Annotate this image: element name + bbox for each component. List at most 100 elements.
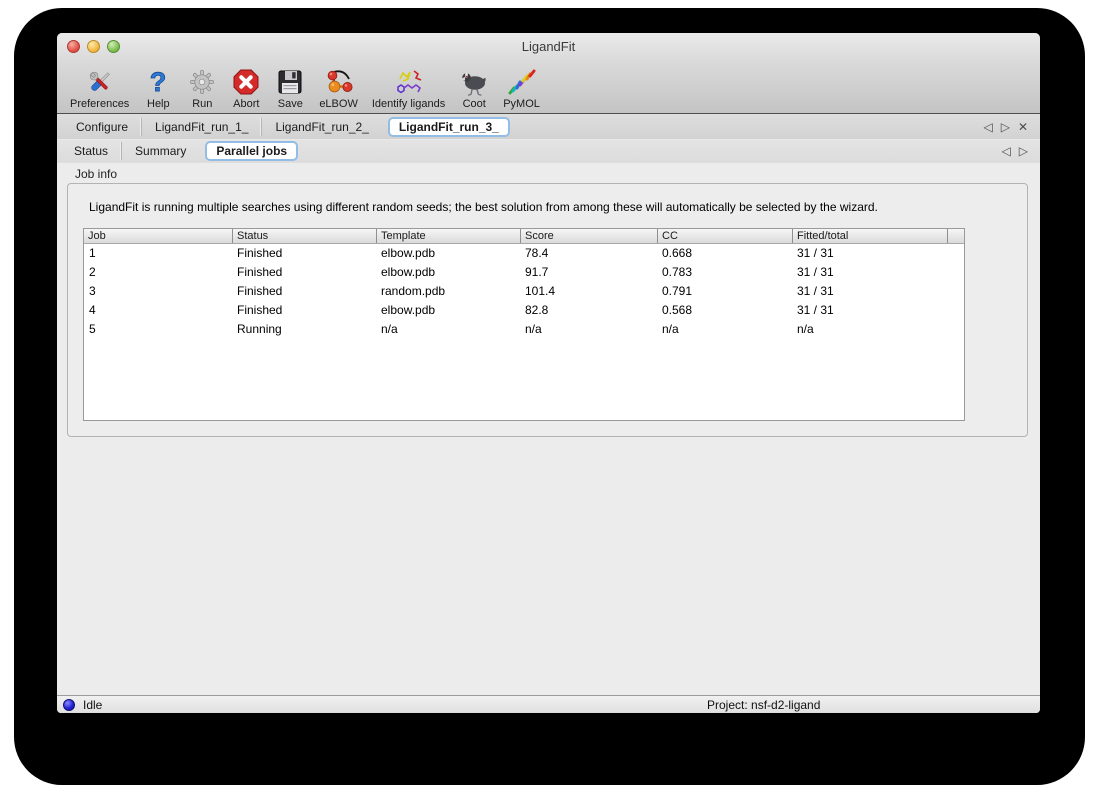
cell-job: 5 [84,320,232,339]
abort-button[interactable]: Abort [224,67,268,110]
column-header-template[interactable]: Template [376,229,520,243]
cell-job: 4 [84,301,232,320]
screenshot-canvas: LigandFit [0,0,1094,794]
toolbar-label: Abort [233,98,259,110]
cell-cc: 0.783 [657,263,792,282]
table-row[interactable]: 2 Finished elbow.pdb 91.7 0.783 31 / 31 [84,263,964,282]
toolbar-label: eLBOW [319,98,358,110]
preferences-icon [85,67,115,97]
status-bar: Idle Project: nsf-d2-ligand [57,695,1040,713]
cell-fitted-total: n/a [792,320,947,339]
elbow-button[interactable]: eLBOW [312,67,365,110]
toolbar-label: Run [192,98,212,110]
column-header-status[interactable]: Status [232,229,376,243]
table-row[interactable]: 5 Running n/a n/a n/a n/a [84,320,964,339]
status-indicator-icon [63,699,75,711]
tab-next-icon[interactable]: ▷ [1001,121,1010,133]
column-header-cc[interactable]: CC [657,229,792,243]
tab-summary[interactable]: Summary [121,142,199,160]
abort-icon [231,67,261,97]
job-info-groupbox: LigandFit is running multiple searches u… [67,183,1028,437]
cell-score: 91.7 [520,263,657,282]
run-button[interactable]: Run [180,67,224,110]
window-chrome: LigandFit [57,33,1040,114]
toolbar: Preferences ? Help [57,60,1040,113]
cell-status: Finished [232,263,376,282]
table-row[interactable]: 1 Finished elbow.pdb 78.4 0.668 31 / 31 [84,244,964,263]
tab-configure[interactable]: Configure [63,118,141,136]
coot-bird-icon [459,67,489,97]
cell-score: 82.8 [520,301,657,320]
cell-status: Running [232,320,376,339]
help-icon: ? [143,67,173,97]
sub-tab-bar: Status Summary Parallel jobs ◁ ▷ [57,140,1040,163]
column-header-job[interactable]: Job [84,229,232,243]
cell-job: 2 [84,263,232,282]
cell-score: 101.4 [520,282,657,301]
parallel-jobs-pane: Job info LigandFit is running multiple s… [57,163,1040,695]
cell-status: Finished [232,244,376,263]
column-header-score[interactable]: Score [520,229,657,243]
help-button[interactable]: ? Help [136,67,180,110]
cell-fitted-total: 31 / 31 [792,282,947,301]
cell-status: Finished [232,301,376,320]
toolbar-label: Preferences [70,98,129,110]
cell-score: 78.4 [520,244,657,263]
pymol-ribbon-icon [507,67,537,97]
tab-close-icon[interactable]: ✕ [1018,121,1028,133]
svg-text:?: ? [150,68,167,96]
column-header-spacer [947,229,964,243]
job-info-label: Job info [75,167,117,181]
cell-cc: n/a [657,320,792,339]
tab-prev-icon[interactable]: ◁ [983,121,992,133]
cell-cc: 0.791 [657,282,792,301]
cell-template: elbow.pdb [376,301,520,320]
table-row[interactable]: 4 Finished elbow.pdb 82.8 0.568 31 / 31 [84,301,964,320]
job-info-description: LigandFit is running multiple searches u… [89,200,878,214]
titlebar[interactable]: LigandFit [57,33,1040,60]
elbow-molecule-icon [324,67,354,97]
column-header-fitted-total[interactable]: Fitted/total [792,229,947,243]
jobs-table: Job Status Template Score CC Fitted/tota… [83,228,965,421]
project-label: Project: nsf-d2-ligand [707,698,820,712]
tab-ligandfit-run-1[interactable]: LigandFit_run_1_ [141,118,261,136]
identify-ligands-icon [394,67,424,97]
save-floppy-icon [275,67,305,97]
run-tab-bar: Configure LigandFit_run_1_ LigandFit_run… [57,114,1040,140]
tab-ligandfit-run-2[interactable]: LigandFit_run_2_ [261,118,381,136]
subtab-prev-icon[interactable]: ◁ [1002,145,1011,157]
preferences-button[interactable]: Preferences [63,67,136,110]
cell-job: 1 [84,244,232,263]
status-text: Idle [83,698,102,712]
jobs-table-header: Job Status Template Score CC Fitted/tota… [84,229,964,244]
cell-job: 3 [84,282,232,301]
save-button[interactable]: Save [268,67,312,110]
toolbar-label: PyMOL [503,98,540,110]
cell-fitted-total: 31 / 31 [792,301,947,320]
run-tab-nav: ◁ ▷ ✕ [983,114,1028,139]
tab-parallel-jobs[interactable]: Parallel jobs [205,141,298,161]
window-title: LigandFit [57,39,1040,54]
cell-fitted-total: 31 / 31 [792,244,947,263]
tab-ligandfit-run-3[interactable]: LigandFit_run_3_ [388,117,510,137]
run-gear-icon [187,67,217,97]
subtab-next-icon[interactable]: ▷ [1019,145,1028,157]
cell-score: n/a [520,320,657,339]
toolbar-label: Identify ligands [372,98,445,110]
cell-status: Finished [232,282,376,301]
toolbar-label: Help [147,98,170,110]
pymol-button[interactable]: PyMOL [496,67,547,110]
coot-button[interactable]: Coot [452,67,496,110]
cell-fitted-total: 31 / 31 [792,263,947,282]
cell-template: elbow.pdb [376,244,520,263]
toolbar-label: Save [278,98,303,110]
identify-ligands-button[interactable]: Identify ligands [365,67,452,110]
cell-template: n/a [376,320,520,339]
cell-cc: 0.568 [657,301,792,320]
table-row[interactable]: 3 Finished random.pdb 101.4 0.791 31 / 3… [84,282,964,301]
ligandfit-window: LigandFit [57,33,1040,713]
cell-template: elbow.pdb [376,263,520,282]
sub-tab-nav: ◁ ▷ [1002,140,1028,162]
cell-template: random.pdb [376,282,520,301]
tab-status[interactable]: Status [61,142,121,160]
